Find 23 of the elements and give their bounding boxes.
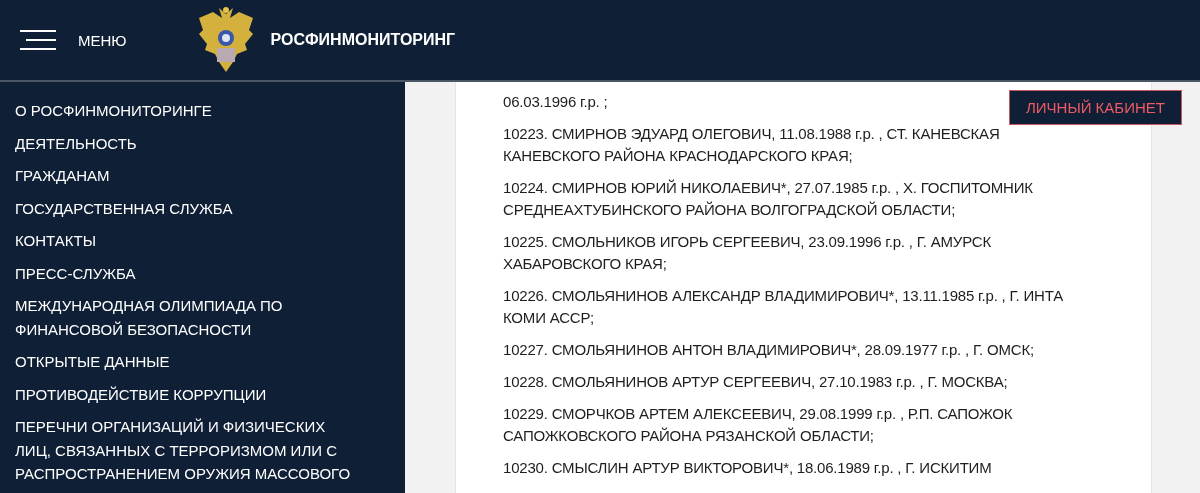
account-button[interactable]: ЛИЧНЫЙ КАБИНЕТ: [1008, 90, 1182, 125]
menu-button[interactable]: МЕНЮ: [20, 29, 127, 51]
list-entry: 10226. СМОЛЬЯНИНОВ АЛЕКСАНДР ВЛАДИМИРОВИЧ*, 13.11.1985 г.р. , Г. ИНТА КОМИ АССР;: [503, 286, 1064, 328]
sidebar-item[interactable]: ГОСУДАРСТВЕННАЯ СЛУЖБА: [15, 196, 405, 220]
list-entry: 10228. СМОЛЬЯНИНОВ АРТУР СЕРГЕЕВИЧ, 27.10.1983 г.р. , Г. МОСКВА;: [503, 372, 1008, 392]
list-entry: 10223. СМИРНОВ ЭДУАРД ОЛЕГОВИЧ, 11.08.1988 г.р. , СТ. КАНЕВСКАЯ КАНЕВСКОГО РАЙОНА КРАСНОДАРСКОГО КРАЯ;: [503, 124, 1000, 166]
list-entry: 10227. СМОЛЬЯНИНОВ АНТОН ВЛАДИМИРОВИЧ*, 28.09.1977 г.р. , Г. ОМСК;: [503, 340, 1034, 360]
site-title[interactable]: РОСФИНМОНИТОРИНГ: [270, 31, 456, 49]
sidebar-item[interactable]: ДЕЯТЕЛЬНОСТЬ: [15, 131, 405, 155]
menu-icon: [20, 29, 58, 51]
sidebar-item[interactable]: О РОСФИНМОНИТОРИНГЕ: [15, 99, 405, 123]
sidebar-item[interactable]: ПРОТИВОДЕЙСТВИЕ КОРРУПЦИИ: [15, 382, 405, 406]
sidebar-item[interactable]: ПЕРЕЧНИ ОРГАНИЗАЦИЙ И ФИЗИЧЕСКИХ ЛИЦ, СВЯЗАННЫХ С ТЕРРОРИЗМОМ ИЛИ С РАСПРОСТРАНЕНИЕМ ОРУЖИЯ МАССОВОГО: [15, 415, 405, 486]
list-entry: 10229. СМОРЧКОВ АРТЕМ АЛЕКСЕЕВИЧ, 29.08.1999 г.р. , Р.П. САПОЖОК САПОЖКОВСКОГО РАЙОНА РЯЗАНСКОЙ ОБЛАСТИ;: [503, 404, 1013, 446]
list-entry: 10224. СМИРНОВ ЮРИЙ НИКОЛАЕВИЧ*, 27.07.1985 г.р. , Х. ГОСПИТОМНИК СРЕДНЕАХТУБИНСКОГО РАЙОНА ВОЛГОГРАДСКОЙ ОБЛАСТИ;: [503, 178, 1033, 220]
list-entry: 10230. СМЫСЛИН АРТУР ВИКТОРОВИЧ*, 18.06.1989 г.р. , Г. ИСКИТИМ: [503, 458, 992, 478]
list-entry: 10225. СМОЛЬНИКОВ ИГОРЬ СЕРГЕЕВИЧ, 23.09.1996 г.р. , Г. АМУРСК ХАБАРОВСКОГО КРАЯ;: [503, 232, 991, 274]
sidebar-item[interactable]: ГРАЖДАНАМ: [15, 164, 405, 188]
list-entry: 06.03.1996 г.р. ;: [503, 92, 608, 112]
sidebar-item[interactable]: ОТКРЫТЫЕ ДАННЫЕ: [15, 350, 405, 374]
sidebar-item[interactable]: МЕЖДУНАРОДНАЯ ОЛИМПИАДА ПО ФИНАНСОВОЙ БЕЗОПАСНОСТИ: [15, 294, 405, 341]
sidebar-item[interactable]: ПРЕСС-СЛУЖБА: [15, 261, 405, 285]
sidebar-item[interactable]: КОНТАКТЫ: [15, 229, 405, 253]
